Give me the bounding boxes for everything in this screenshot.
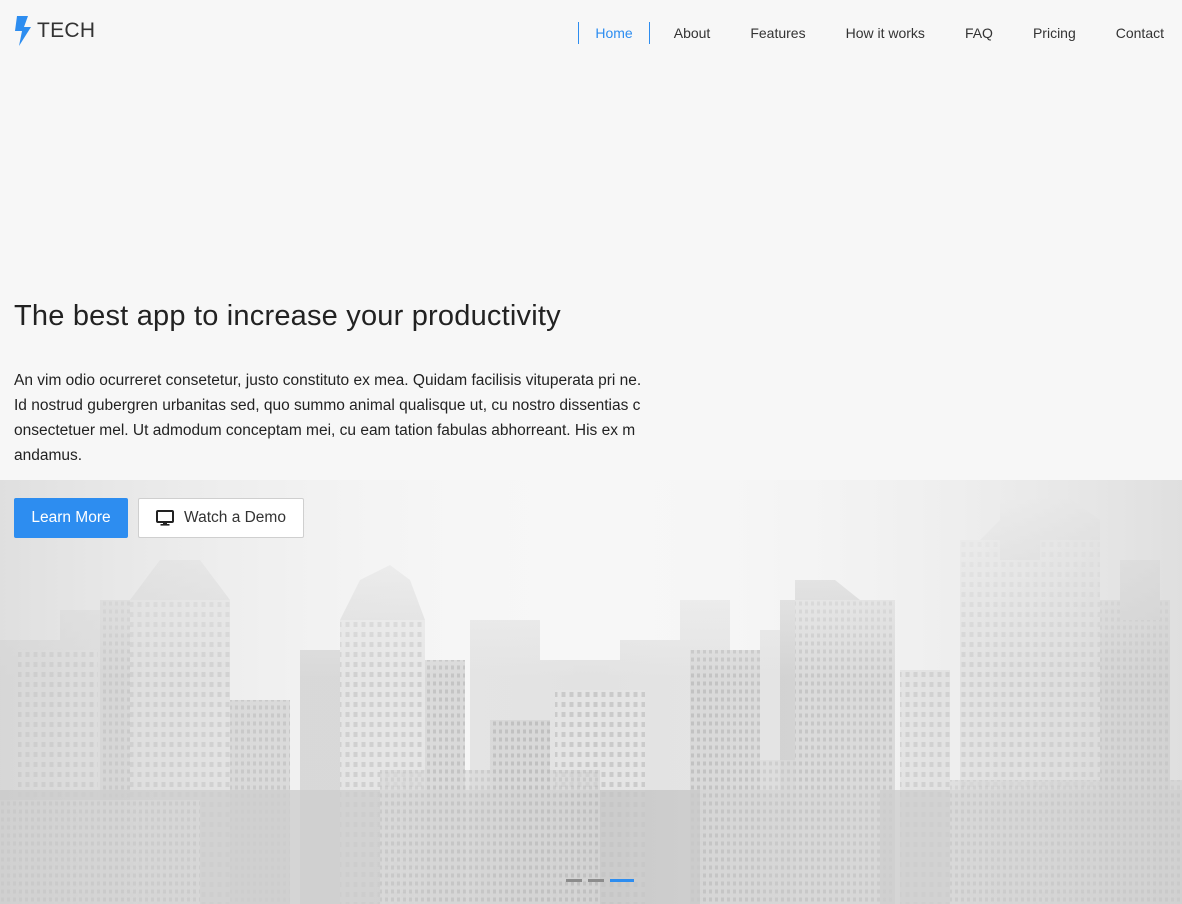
nav-item-how-it-works[interactable]: How it works [846,22,925,44]
nav-item-home[interactable]: Home [578,22,650,44]
brand-logo[interactable]: TECH [14,16,95,46]
site-header: TECH Home About Features How it works FA… [0,0,1182,66]
nav-item-pricing[interactable]: Pricing [1033,22,1076,44]
watch-demo-button[interactable]: Watch a Demo [138,498,304,538]
nav-item-contact[interactable]: Contact [1116,22,1164,44]
monitor-icon [156,510,175,526]
bolt-icon [15,16,31,46]
hero-description: An vim odio ocurreret consetetur, justo … [14,372,642,464]
learn-more-button[interactable]: Learn More [14,498,128,538]
main-nav: Home About Features How it works FAQ Pri… [578,22,1164,44]
hero-title: The best app to increase your productivi… [14,300,561,332]
slider-dot-3-active[interactable] [610,879,634,882]
watch-demo-label: Watch a Demo [184,509,286,526]
nav-item-about[interactable]: About [674,22,711,44]
slider-indicators [566,879,634,882]
brand-name: TECH [37,19,96,42]
slider-dot-2[interactable] [588,879,604,882]
nav-item-features[interactable]: Features [750,22,805,44]
nav-item-faq[interactable]: FAQ [965,22,993,44]
slider-dot-1[interactable] [566,879,582,882]
